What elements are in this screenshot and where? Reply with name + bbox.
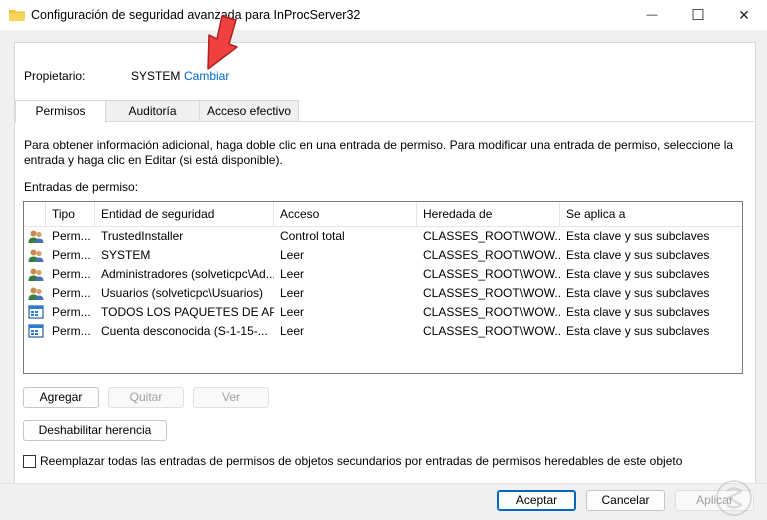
tab-permissions[interactable]: Permisos bbox=[15, 100, 106, 123]
folder-icon bbox=[9, 10, 25, 21]
column-header-applies-to[interactable]: Se aplica a bbox=[560, 202, 742, 226]
user-group-icon bbox=[28, 267, 44, 282]
permission-entries-list[interactable]: Tipo Entidad de seguridad Acceso Heredad… bbox=[23, 201, 743, 374]
title-bar: Configuración de seguridad avanzada para… bbox=[0, 0, 767, 30]
table-row[interactable]: Perm... TrustedInstaller Control total CLAS… bbox=[24, 227, 742, 246]
add-button[interactable]: Agregar bbox=[23, 387, 99, 408]
cell-principal: TrustedInstaller bbox=[101, 229, 184, 243]
replace-child-permissions-label: Reemplazar todas las entradas de permiso… bbox=[40, 454, 683, 468]
list-header: Tipo Entidad de seguridad Acceso Heredad… bbox=[24, 202, 742, 227]
cell-inherited: CLASSES_ROOT\WOW... bbox=[423, 267, 560, 281]
owner-value: SYSTEM bbox=[131, 69, 181, 83]
cell-inherited: CLASSES_ROOT\WOW... bbox=[423, 286, 560, 300]
footer-divider bbox=[0, 483, 767, 484]
maximize-icon: ☐ bbox=[691, 7, 705, 24]
cell-type: Perm... bbox=[52, 324, 91, 338]
user-group-icon bbox=[28, 248, 44, 263]
cell-access: Leer bbox=[280, 286, 305, 300]
solvetic-logo-icon bbox=[716, 480, 752, 516]
user-group-icon bbox=[28, 229, 44, 244]
cell-principal: Usuarios (solveticpc\Usuarios) bbox=[101, 286, 264, 300]
replace-child-permissions-checkbox[interactable] bbox=[23, 455, 36, 468]
cell-access: Leer bbox=[280, 248, 305, 262]
table-row[interactable]: Perm... Usuarios (solveticpc\Usuarios) Lee… bbox=[24, 284, 742, 303]
cell-type: Perm... bbox=[52, 267, 91, 281]
column-header-access[interactable]: Acceso bbox=[274, 202, 417, 226]
header-icon-column bbox=[24, 202, 46, 226]
cell-access: Leer bbox=[280, 324, 305, 338]
cell-type: Perm... bbox=[52, 229, 91, 243]
view-button[interactable]: Ver bbox=[193, 387, 269, 408]
cell-inherited: CLASSES_ROOT\WOW... bbox=[423, 305, 560, 319]
cell-principal: Cuenta desconocida (S-1-15-... bbox=[101, 324, 268, 338]
cell-principal: Administradores (solveticpc\Ad... bbox=[101, 267, 274, 281]
close-icon: ✕ bbox=[738, 6, 750, 23]
cell-inherited: CLASSES_ROOT\WOW... bbox=[423, 229, 560, 243]
app-package-icon bbox=[28, 324, 44, 339]
cell-type: Perm... bbox=[52, 248, 91, 262]
owner-label: Propietario: bbox=[24, 69, 86, 83]
cell-applies-to: Esta clave y sus subclaves bbox=[566, 324, 710, 338]
tab-divider bbox=[14, 121, 754, 122]
table-row[interactable]: Perm... SYSTEM Leer CLASSES_ROOT\WOW... Esta… bbox=[24, 246, 742, 265]
entries-label: Entradas de permiso: bbox=[24, 180, 139, 194]
minimize-button[interactable]: — bbox=[629, 0, 675, 30]
cell-principal: TODOS LOS PAQUETES DE AP... bbox=[101, 305, 274, 319]
table-row[interactable]: Perm... TODOS LOS PAQUETES DE AP... Leer CL… bbox=[24, 303, 742, 322]
cancel-button[interactable]: Cancelar bbox=[586, 490, 665, 511]
disable-inheritance-button[interactable]: Deshabilitar herencia bbox=[23, 420, 167, 441]
accept-button[interactable]: Aceptar bbox=[497, 490, 576, 511]
cell-type: Perm... bbox=[52, 286, 91, 300]
red-arrow-icon bbox=[207, 15, 238, 70]
cell-applies-to: Esta clave y sus subclaves bbox=[566, 267, 710, 281]
cell-applies-to: Esta clave y sus subclaves bbox=[566, 286, 710, 300]
column-header-principal[interactable]: Entidad de seguridad bbox=[95, 202, 274, 226]
table-row[interactable]: Perm... Administradores (solveticpc\Ad...… bbox=[24, 265, 742, 284]
cell-applies-to: Esta clave y sus subclaves bbox=[566, 305, 710, 319]
cell-applies-to: Esta clave y sus subclaves bbox=[566, 229, 710, 243]
cell-inherited: CLASSES_ROOT\WOW... bbox=[423, 324, 560, 338]
column-header-type[interactable]: Tipo bbox=[46, 202, 95, 226]
minimize-icon: — bbox=[646, 9, 658, 21]
table-row[interactable]: Perm... Cuenta desconocida (S-1-15-... Lee… bbox=[24, 322, 742, 341]
close-button[interactable]: ✕ bbox=[721, 0, 767, 30]
tab-auditing[interactable]: Auditoría bbox=[104, 100, 201, 122]
cell-access: Leer bbox=[280, 267, 305, 281]
remove-button[interactable]: Quitar bbox=[108, 387, 184, 408]
cell-type: Perm... bbox=[52, 305, 91, 319]
cell-applies-to: Esta clave y sus subclaves bbox=[566, 248, 710, 262]
user-group-icon bbox=[28, 286, 44, 301]
maximize-button[interactable]: ☐ bbox=[675, 0, 721, 30]
cell-principal: SYSTEM bbox=[101, 248, 151, 262]
column-header-inherited[interactable]: Heredada de bbox=[417, 202, 560, 226]
cell-access: Control total bbox=[280, 229, 345, 243]
tab-effective-access[interactable]: Acceso efectivo bbox=[199, 100, 299, 122]
description-text: Para obtener información adicional, haga… bbox=[24, 138, 734, 167]
cell-access: Leer bbox=[280, 305, 305, 319]
cell-inherited: CLASSES_ROOT\WOW... bbox=[423, 248, 560, 262]
app-package-icon bbox=[28, 305, 44, 320]
